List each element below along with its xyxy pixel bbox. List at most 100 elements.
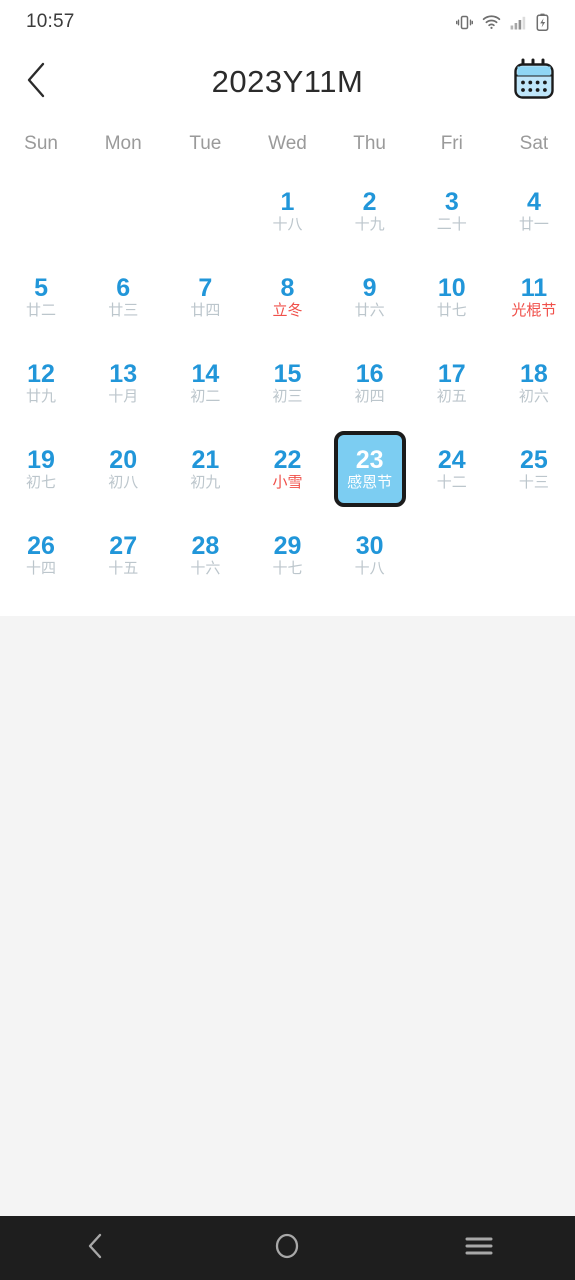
day-number: 1: [280, 187, 295, 216]
day-cell[interactable]: 17 初五: [411, 340, 493, 426]
day-cell-selected-box: 23 感恩节: [333, 431, 406, 507]
phone-screen: 10:57 2023Y11M Sun Mon Tue Wed Thu Fri S…: [0, 0, 575, 1280]
day-lunar-label: 廿三: [108, 301, 139, 319]
day-cell-box: 19 初七: [5, 431, 77, 507]
day-cell-box: 16 初四: [334, 345, 406, 421]
day-cell[interactable]: 1 十八: [246, 168, 328, 254]
day-lunar-label: 初八: [108, 473, 139, 491]
day-cell[interactable]: 15 初三: [246, 340, 328, 426]
day-cell[interactable]: 27 十五: [82, 512, 164, 598]
day-number: 12: [27, 359, 55, 388]
day-cell-box: 4 廿一: [498, 173, 570, 249]
day-festival-label: 立冬: [272, 301, 303, 319]
day-cell[interactable]: 4 廿一: [493, 168, 575, 254]
day-cell[interactable]: 20 初八: [82, 426, 164, 512]
day-lunar-label: 十六: [190, 559, 221, 577]
day-number: 3: [444, 187, 459, 216]
nav-back-button[interactable]: [51, 1216, 141, 1280]
weekday-label-sat: Sat: [519, 133, 549, 154]
weekday-label-sun: Sun: [24, 133, 58, 154]
day-cell-box: 3 二十: [416, 173, 488, 249]
day-number: 23: [355, 445, 384, 474]
day-lunar-label: 十四: [26, 559, 57, 577]
nav-home-icon: [272, 1231, 302, 1266]
day-number: 18: [520, 359, 548, 388]
day-cell-box: 20 初八: [87, 431, 159, 507]
calendar-day-grid: 1 十八 2 十九 3 二十 4 廿一 5 廿二 6 廿三 7 廿四 8 立冬 9 廿六 10 廿七 11 光棍节 12 廿九…: [0, 168, 575, 616]
day-cell[interactable]: 3 二十: [411, 168, 493, 254]
day-lunar-label: 廿一: [518, 215, 549, 233]
day-lunar-label: 廿六: [354, 301, 385, 319]
day-cell[interactable]: 25 十三: [493, 426, 575, 512]
vibrate-icon: [456, 14, 473, 31]
day-cell-box: 11 光棍节: [498, 259, 570, 335]
day-cell[interactable]: 6 廿三: [82, 254, 164, 340]
day-cell[interactable]: 16 初四: [329, 340, 411, 426]
day-cell-box: 14 初二: [169, 345, 241, 421]
day-cell-box: 17 初五: [416, 345, 488, 421]
day-cell[interactable]: 18 初六: [493, 340, 575, 426]
day-cell-box: 29 十七: [251, 517, 323, 593]
weekday-label-thu: Thu: [353, 133, 386, 154]
day-lunar-label: 感恩节: [347, 473, 393, 491]
day-cell-box: 5 廿二: [5, 259, 77, 335]
day-lunar-label: 十八: [272, 215, 303, 233]
day-number: 24: [437, 445, 466, 474]
day-cell[interactable]: 19 初七: [0, 426, 82, 512]
day-cell[interactable]: 10 廿七: [411, 254, 493, 340]
day-number: 6: [116, 273, 131, 302]
day-cell[interactable]: 2 十九: [329, 168, 411, 254]
day-festival-label: 小雪: [272, 473, 303, 491]
day-lunar-label: 二十: [436, 215, 467, 233]
day-cell[interactable]: 23 感恩节: [329, 426, 411, 512]
day-number: 17: [437, 359, 466, 388]
day-number: 22: [273, 445, 302, 474]
day-number: 16: [355, 359, 384, 388]
day-number: 30: [355, 531, 384, 560]
day-cell-box: 25 十三: [498, 431, 570, 507]
day-lunar-label: 廿四: [190, 301, 221, 319]
day-cell[interactable]: 28 十六: [164, 512, 246, 598]
day-number: 15: [273, 359, 302, 388]
day-cell-box: 13 十月: [87, 345, 159, 421]
day-cell[interactable]: 14 初二: [164, 340, 246, 426]
day-number: 26: [27, 531, 55, 560]
nav-recents-icon: [464, 1234, 494, 1263]
day-cell[interactable]: 30 十八: [329, 512, 411, 598]
day-lunar-label: 初三: [272, 387, 303, 405]
day-cell-box: 18 初六: [498, 345, 570, 421]
day-lunar-label: 十三: [518, 473, 549, 491]
day-cell-box: 10 廿七: [416, 259, 488, 335]
header-back-button[interactable]: [14, 59, 60, 105]
status-bar: 10:57: [0, 0, 575, 44]
day-lunar-label: 初七: [26, 473, 57, 491]
nav-recents-button[interactable]: [434, 1216, 524, 1280]
day-number: 13: [109, 359, 138, 388]
day-cell[interactable]: 26 十四: [0, 512, 82, 598]
day-cell[interactable]: 8 立冬: [246, 254, 328, 340]
day-lunar-label: 廿二: [26, 301, 57, 319]
nav-home-button[interactable]: [242, 1216, 332, 1280]
day-cell[interactable]: 29 十七: [246, 512, 328, 598]
day-cell[interactable]: 11 光棍节: [493, 254, 575, 340]
day-cell-box: 2 十九: [334, 173, 406, 249]
day-cell[interactable]: 7 廿四: [164, 254, 246, 340]
day-number: 25: [520, 445, 548, 474]
day-cell[interactable]: 22 小雪: [246, 426, 328, 512]
day-number: 5: [34, 273, 49, 302]
day-cell[interactable]: 5 廿二: [0, 254, 82, 340]
day-cell-box: 21 初九: [169, 431, 241, 507]
day-cell[interactable]: 13 十月: [82, 340, 164, 426]
day-cell[interactable]: 21 初九: [164, 426, 246, 512]
day-cell[interactable]: 12 廿九: [0, 340, 82, 426]
status-icon-group: [456, 13, 549, 31]
day-lunar-label: 十月: [108, 387, 139, 405]
day-lunar-label: 廿九: [26, 387, 57, 405]
day-number: 28: [191, 531, 220, 560]
day-number: 19: [27, 445, 55, 474]
day-cell[interactable]: 24 十二: [411, 426, 493, 512]
day-cell-box: 15 初三: [251, 345, 323, 421]
calendar-picker-button[interactable]: [508, 56, 560, 108]
wifi-icon: [482, 14, 501, 30]
day-cell[interactable]: 9 廿六: [329, 254, 411, 340]
